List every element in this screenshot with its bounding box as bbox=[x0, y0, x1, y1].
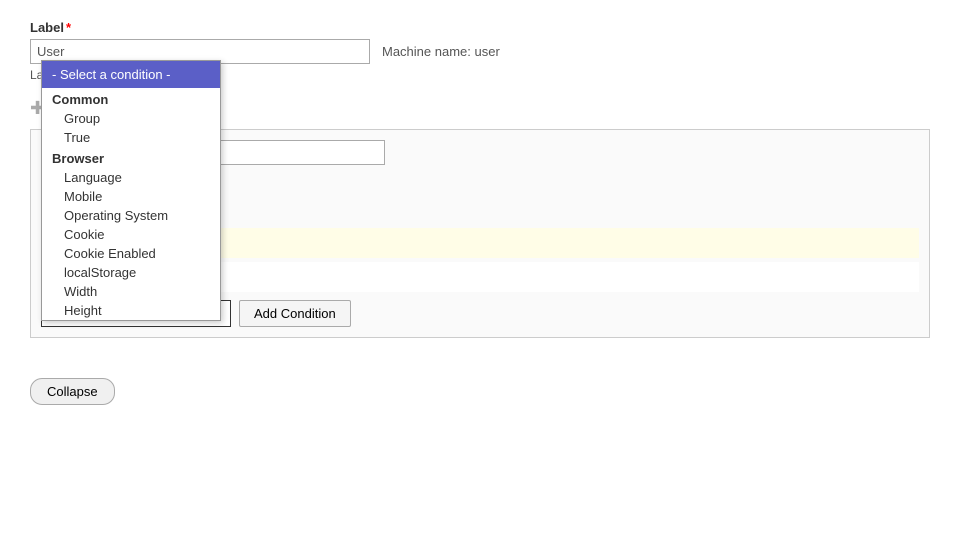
condition-select-wrapper: - Select a condition - Common Group True… bbox=[41, 300, 231, 327]
dropdown-item-localstorage[interactable]: localStorage bbox=[42, 263, 220, 282]
dropdown-header[interactable]: - Select a condition - bbox=[42, 61, 220, 88]
collapse-button[interactable]: Collapse bbox=[30, 378, 115, 405]
dropdown-item-true[interactable]: True bbox=[42, 128, 220, 147]
dropdown-item-os[interactable]: Operating System bbox=[42, 206, 220, 225]
label-text: Label bbox=[30, 20, 64, 35]
segment-container: Se s If nditions are true - Select a con… bbox=[30, 129, 930, 338]
dropdown-item-cookie[interactable]: Cookie bbox=[42, 225, 220, 244]
group-browser-label: Browser bbox=[42, 147, 220, 168]
group-common-label: Common bbox=[42, 88, 220, 109]
dropdown-item-mobile[interactable]: Mobile bbox=[42, 187, 220, 206]
required-indicator: * bbox=[66, 20, 71, 35]
collapse-section: Collapse bbox=[30, 358, 930, 405]
dropdown-item-cookie-enabled[interactable]: Cookie Enabled bbox=[42, 244, 220, 263]
field-label: Label* bbox=[30, 20, 930, 35]
bottom-controls: - Select a condition - Common Group True… bbox=[41, 300, 919, 327]
dropdown-item-language[interactable]: Language bbox=[42, 168, 220, 187]
dropdown-item-group[interactable]: Group bbox=[42, 109, 220, 128]
dropdown-item-width[interactable]: Width bbox=[42, 282, 220, 301]
condition-dropdown-popup: - Select a condition - Common Group True… bbox=[41, 60, 221, 321]
add-condition-button[interactable]: Add Condition bbox=[239, 300, 351, 327]
machine-name: Machine name: user bbox=[382, 44, 500, 59]
dropdown-item-height[interactable]: Height bbox=[42, 301, 220, 320]
